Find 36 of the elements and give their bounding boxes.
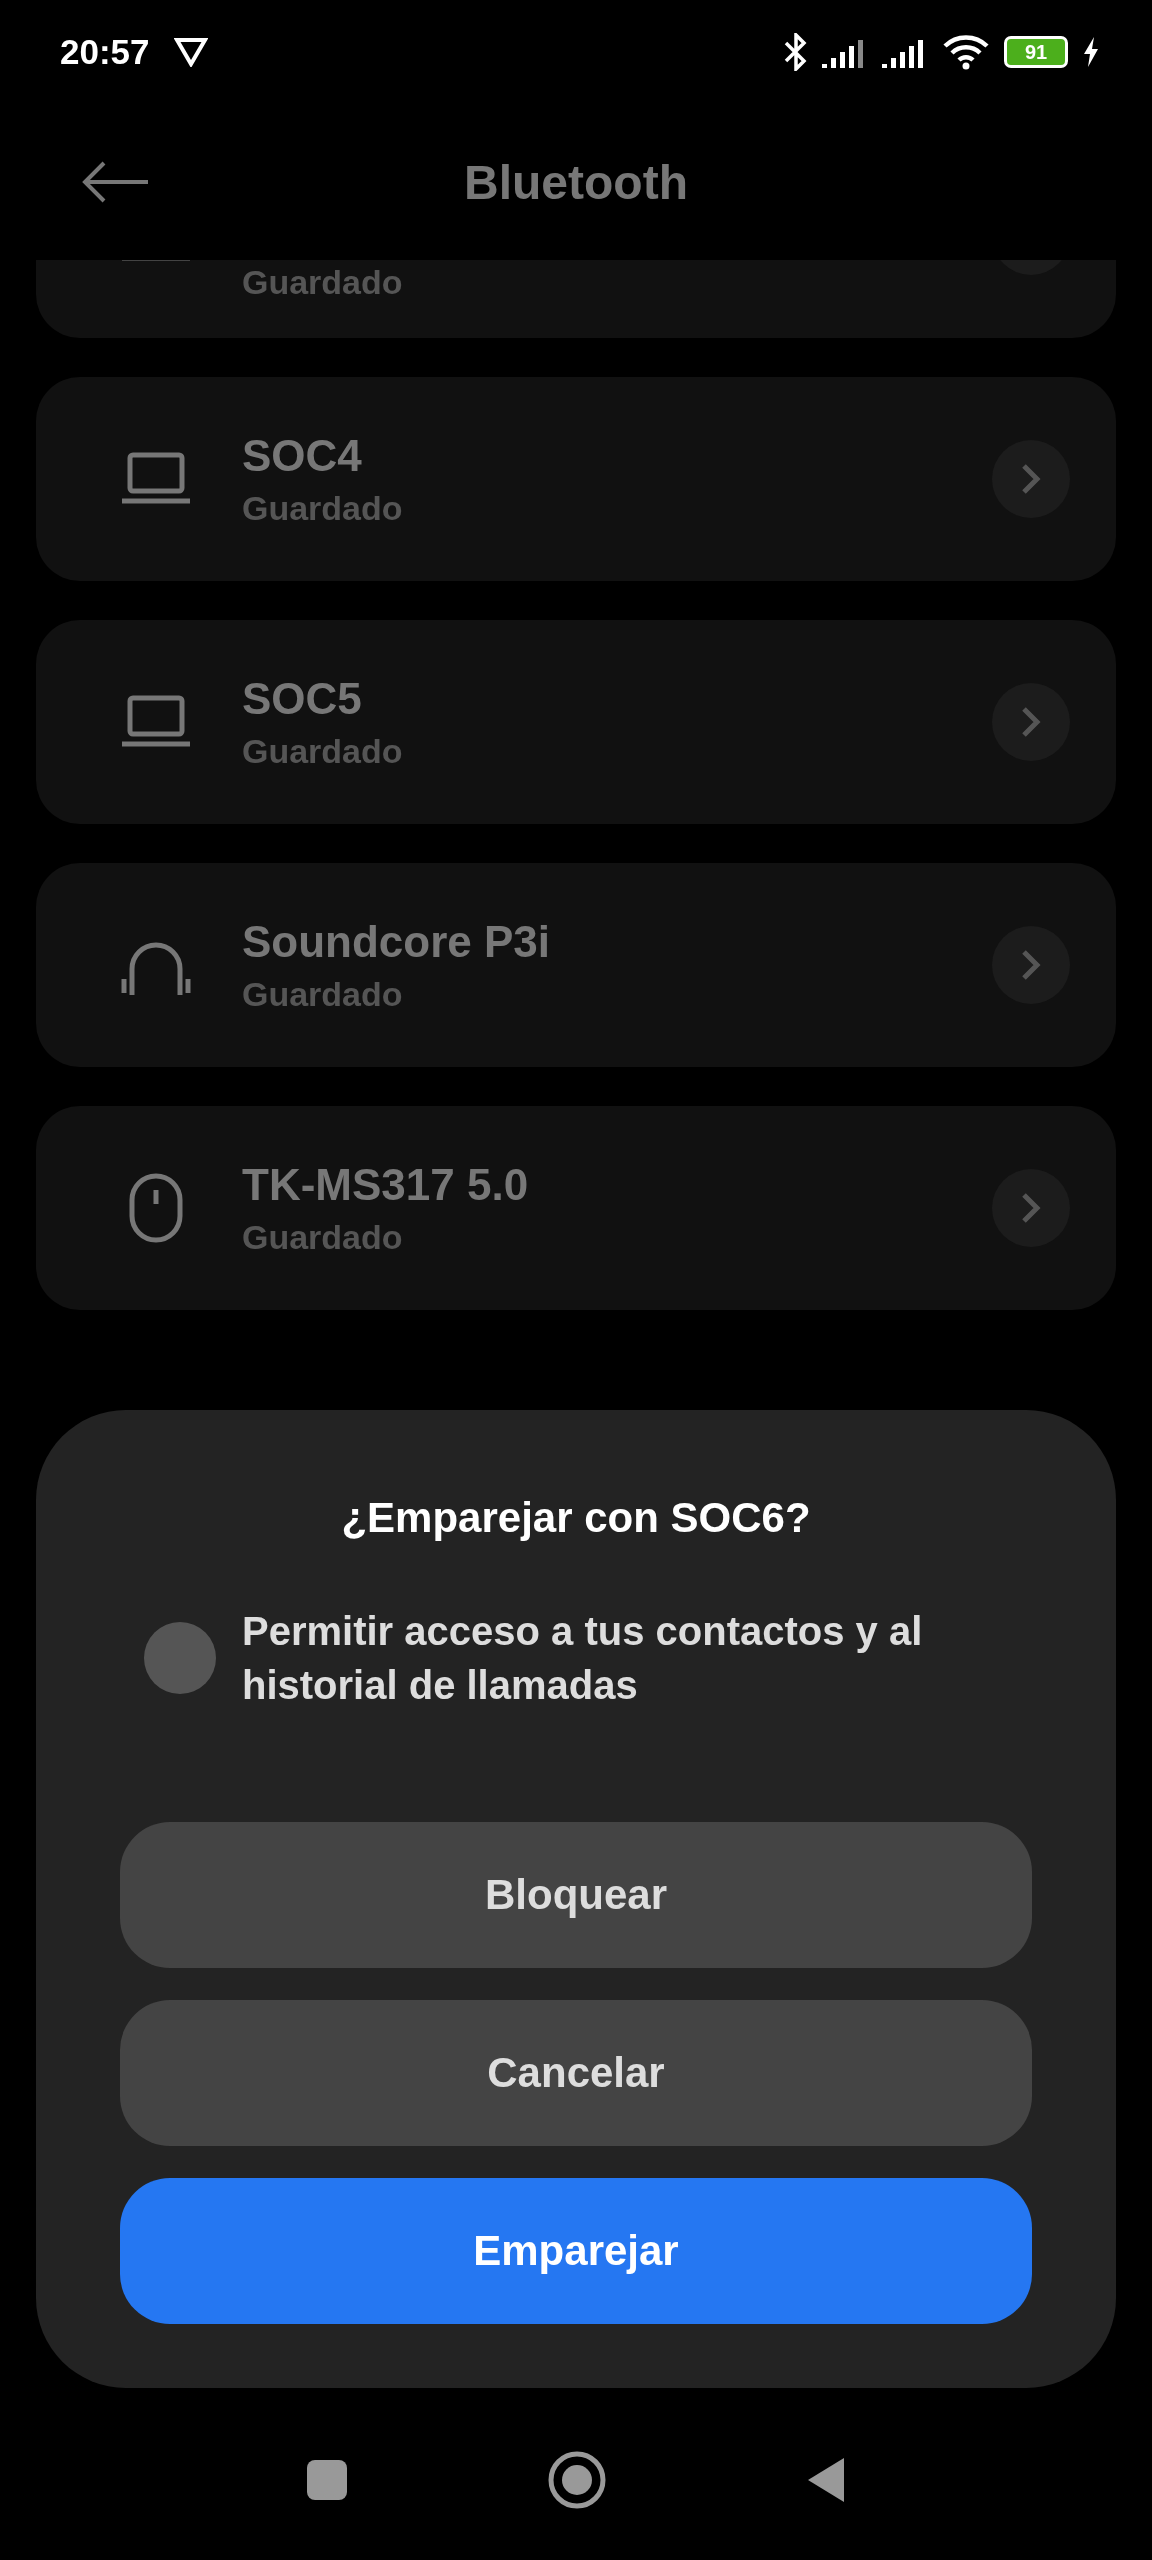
pair-button[interactable]: Emparejar (120, 2178, 1032, 2324)
recents-icon[interactable] (306, 2459, 348, 2501)
chevron-icon (1020, 948, 1042, 982)
bluetooth-icon (784, 33, 808, 71)
checkbox-label: Permitir acceso a tus contactos y al historial de llamadas (242, 1608, 924, 1709)
device-card[interactable]: SOC5 Guardado (36, 620, 1116, 824)
device-name: SOC4 (242, 430, 363, 481)
charging-icon (1082, 37, 1100, 67)
page-title: Bluetooth (464, 154, 688, 210)
dialog-button[interactable]: Cancelar (120, 2000, 1032, 2146)
device-status: Guardado (242, 731, 403, 771)
device-name: SOC5 (242, 673, 363, 724)
laptop-icon (120, 694, 192, 750)
back-icon[interactable] (82, 160, 150, 204)
shield-icon (173, 37, 208, 67)
home-icon[interactable] (548, 2451, 606, 2509)
device-card[interactable]: Soundcore P3i Guardado (36, 863, 1116, 1067)
device-status: Guardado (242, 488, 403, 528)
chevron-icon (1020, 462, 1042, 496)
dialog-title: ¿Emparejar con SOC6? (341, 1494, 811, 1542)
device-name: Soundcore P3i (242, 916, 551, 967)
device-card[interactable]: Guardado (36, 260, 1116, 338)
clock: 20:57 (60, 32, 150, 72)
device-status: Guardado (242, 1217, 404, 1257)
device-card[interactable]: TK-MS317 5.0 Guardado (36, 1106, 1116, 1310)
device-name: TK-MS317 5.0 (242, 1159, 529, 1210)
laptop-icon (120, 451, 192, 507)
back-icon[interactable] (806, 2456, 846, 2504)
device-card[interactable]: SOC4 Guardado (36, 377, 1116, 581)
wifi-icon (942, 34, 990, 70)
device-status: Guardado (242, 263, 403, 302)
dialog-button[interactable]: Bloquear (120, 1822, 1032, 1968)
battery-level: 91 (1004, 36, 1068, 68)
chevron-icon (1020, 1191, 1042, 1225)
chevron-icon (1020, 705, 1042, 739)
device-status: Guardado (242, 974, 404, 1014)
